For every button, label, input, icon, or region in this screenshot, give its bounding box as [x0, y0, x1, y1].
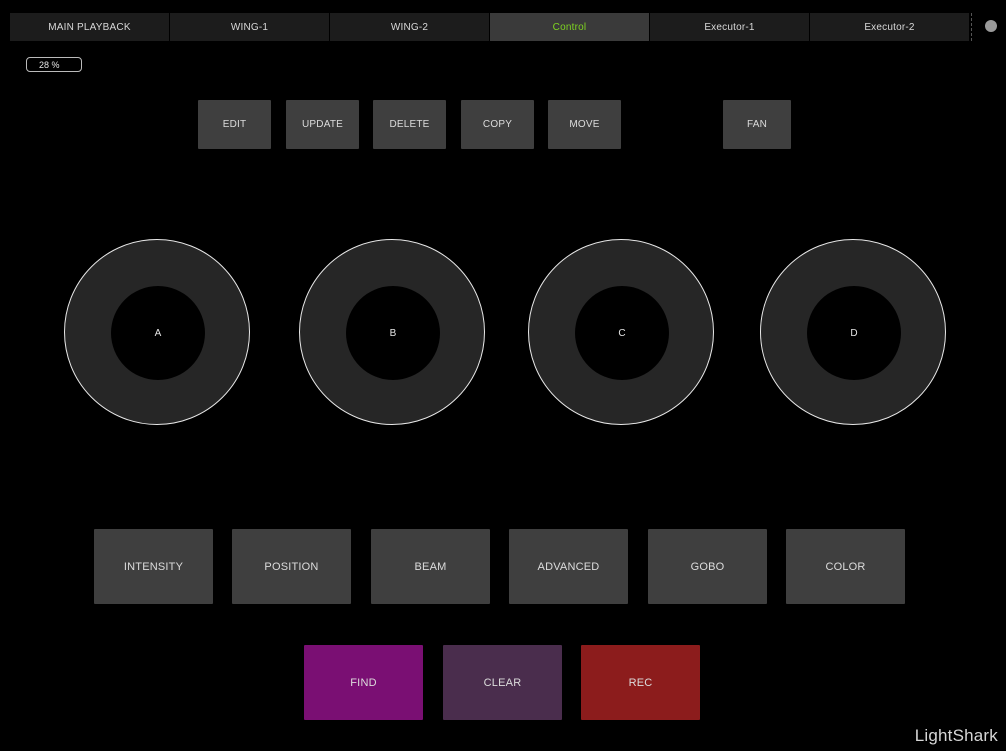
encoder-c[interactable]: C: [528, 239, 714, 425]
tab-executor-1[interactable]: Executor-1: [650, 13, 810, 41]
tab-wing-2[interactable]: WING-2: [330, 13, 490, 41]
tab-main-playback[interactable]: MAIN PLAYBACK: [10, 13, 170, 41]
fan-button[interactable]: FAN: [723, 100, 791, 149]
color-button[interactable]: COLOR: [786, 529, 905, 604]
encoder-d-label: D: [807, 286, 901, 380]
gobo-button[interactable]: GOBO: [648, 529, 767, 604]
intensity-button[interactable]: INTENSITY: [94, 529, 213, 604]
encoder-a-label: A: [111, 286, 205, 380]
copy-button[interactable]: COPY: [461, 100, 534, 149]
status-dot-icon[interactable]: [985, 20, 997, 32]
edit-button[interactable]: EDIT: [198, 100, 271, 149]
tab-executor-2[interactable]: Executor-2: [810, 13, 970, 41]
clear-button[interactable]: CLEAR: [443, 645, 562, 720]
move-button[interactable]: MOVE: [548, 100, 621, 149]
encoder-a[interactable]: A: [64, 239, 250, 425]
control-screen: MAIN PLAYBACK WING-1 WING-2 Control Exec…: [0, 0, 1006, 751]
encoder-b[interactable]: B: [299, 239, 485, 425]
encoder-b-label: B: [346, 286, 440, 380]
tab-wing-1[interactable]: WING-1: [170, 13, 330, 41]
tab-bar-divider: [971, 13, 973, 41]
tab-bar: MAIN PLAYBACK WING-1 WING-2 Control Exec…: [10, 13, 970, 41]
update-button[interactable]: UPDATE: [286, 100, 359, 149]
beam-button[interactable]: BEAM: [371, 529, 490, 604]
advanced-button[interactable]: ADVANCED: [509, 529, 628, 604]
rec-button[interactable]: REC: [581, 645, 700, 720]
encoder-c-label: C: [575, 286, 669, 380]
tab-control[interactable]: Control: [490, 13, 650, 41]
position-button[interactable]: POSITION: [232, 529, 351, 604]
brand-logo-text: LightShark: [914, 726, 998, 745]
find-button[interactable]: FIND: [304, 645, 423, 720]
percent-badge: 28 %: [26, 57, 82, 72]
delete-button[interactable]: DELETE: [373, 100, 446, 149]
encoder-d[interactable]: D: [760, 239, 946, 425]
